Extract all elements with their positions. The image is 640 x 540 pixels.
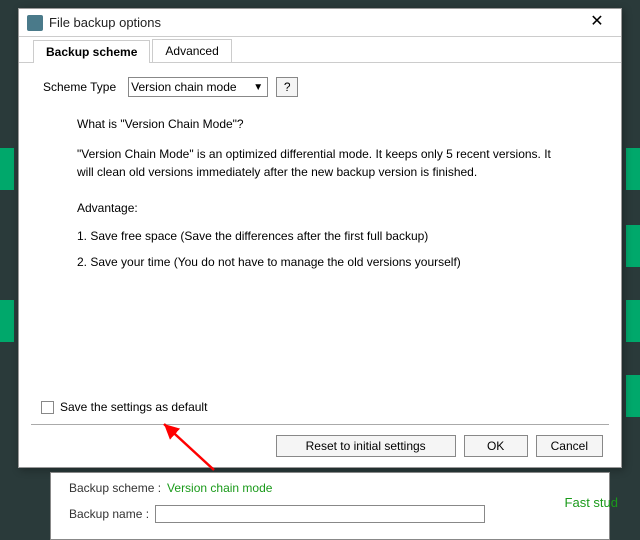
- advantage-item: 1. Save free space (Save the differences…: [77, 227, 557, 245]
- bg-accent: [0, 148, 14, 190]
- advantage-heading: Advantage:: [77, 199, 557, 217]
- bg-accent: [0, 300, 14, 342]
- under-scheme-row: Backup scheme : Version chain mode: [69, 481, 591, 495]
- description-area: What is "Version Chain Mode"? "Version C…: [77, 115, 557, 271]
- underlying-panel: Backup scheme : Version chain mode Backu…: [50, 472, 610, 540]
- save-default-checkbox[interactable]: [41, 401, 54, 414]
- fast-stud-text: Fast stud: [565, 495, 618, 510]
- cancel-button[interactable]: Cancel: [536, 435, 603, 457]
- under-name-row: Backup name :: [69, 505, 591, 523]
- under-scheme-value: Version chain mode: [167, 481, 272, 495]
- window-title: File backup options: [49, 15, 577, 30]
- reset-button[interactable]: Reset to initial settings: [276, 435, 456, 457]
- button-row: Reset to initial settings OK Cancel: [31, 424, 609, 457]
- chevron-down-icon: ▼: [251, 82, 265, 93]
- desc-body: "Version Chain Mode" is an optimized dif…: [77, 145, 557, 181]
- tab-content: Scheme Type Version chain mode ▼ ? What …: [19, 63, 621, 403]
- dialog-lower: Save the settings as default Reset to in…: [19, 400, 621, 467]
- scheme-type-label: Scheme Type: [43, 80, 116, 94]
- backup-name-input[interactable]: [155, 505, 485, 523]
- advantage-list: 1. Save free space (Save the differences…: [77, 227, 557, 271]
- save-default-row: Save the settings as default: [41, 400, 603, 414]
- titlebar: File backup options ✕: [19, 9, 621, 37]
- bg-accent: [626, 375, 640, 417]
- scheme-type-row: Scheme Type Version chain mode ▼ ?: [43, 77, 597, 97]
- scheme-help-button[interactable]: ?: [276, 77, 298, 97]
- advantage-item: 2. Save your time (You do not have to ma…: [77, 253, 557, 271]
- under-scheme-label: Backup scheme :: [69, 481, 161, 495]
- desc-heading: What is "Version Chain Mode"?: [77, 115, 557, 133]
- ok-button[interactable]: OK: [464, 435, 528, 457]
- save-default-label: Save the settings as default: [60, 400, 207, 414]
- scheme-selected-text: Version chain mode: [131, 80, 236, 94]
- app-icon: [27, 15, 43, 31]
- bg-accent: [626, 300, 640, 342]
- dialog-file-backup-options: File backup options ✕ Backup scheme Adva…: [18, 8, 622, 468]
- tab-row: Backup scheme Advanced: [19, 37, 621, 63]
- bg-accent: [626, 148, 640, 190]
- tab-backup-scheme[interactable]: Backup scheme: [33, 40, 150, 63]
- scheme-type-select[interactable]: Version chain mode ▼: [128, 77, 268, 97]
- tab-advanced[interactable]: Advanced: [152, 39, 231, 62]
- under-name-label: Backup name :: [69, 507, 149, 521]
- bg-accent: [626, 225, 640, 267]
- close-button[interactable]: ✕: [577, 10, 617, 36]
